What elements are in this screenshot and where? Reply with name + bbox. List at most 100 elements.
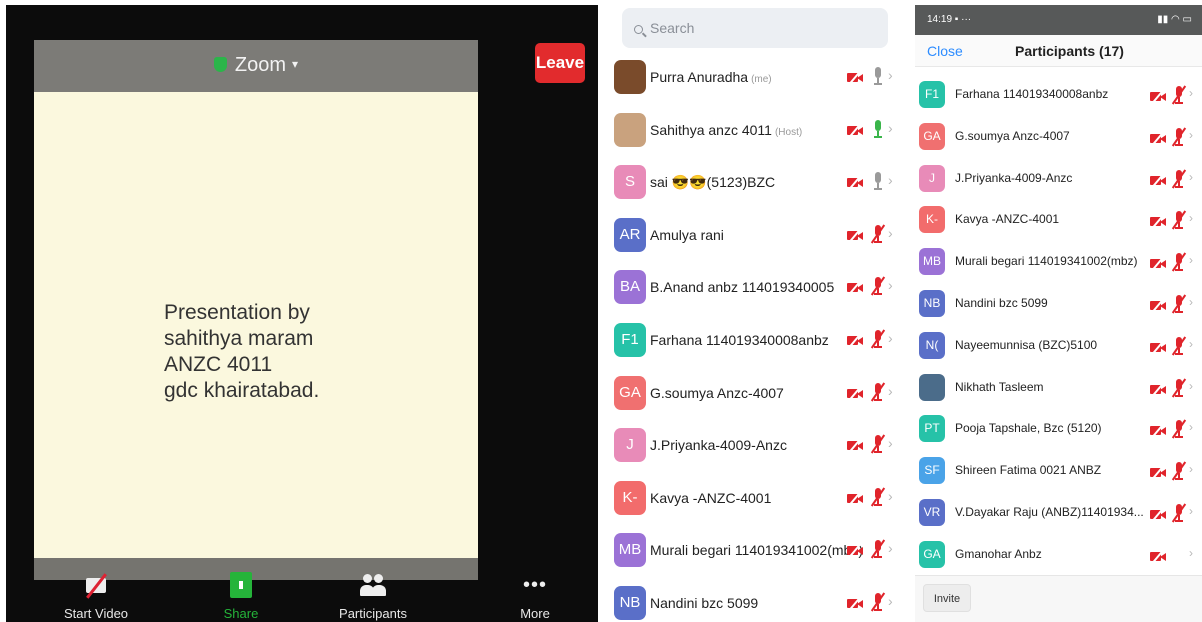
close-button[interactable]: Close [927, 43, 963, 59]
participant-row[interactable]: PT Pooja Tapshale, Bzc (5120) › [912, 407, 1202, 449]
share-button[interactable]: Share [186, 566, 296, 621]
video-off-icon[interactable] [1150, 298, 1166, 313]
mic-muted-icon[interactable] [1171, 503, 1187, 523]
mic-muted-icon[interactable] [870, 434, 886, 454]
mic-muted-icon[interactable] [1171, 252, 1187, 272]
meeting-title[interactable]: Zoom ▾ [34, 54, 478, 77]
participant-row[interactable]: SF Shireen Fatima 0021 ANBZ › [912, 449, 1202, 491]
participant-name-text: Pooja Tapshale, Bzc (5120) [955, 421, 1102, 436]
participant-name-text: Nikhath Tasleem [955, 379, 1044, 394]
participant-row[interactable]: VR V.Dayakar Raju (ANBZ)11401934... › [912, 491, 1202, 533]
participant-row[interactable]: NB Nandini bzc 5099 › [612, 577, 900, 622]
participant-row[interactable]: J J.Priyanka-4009-Anzc › [912, 157, 1202, 199]
mic-muted-icon[interactable] [1171, 85, 1187, 105]
avatar: VR [919, 498, 945, 526]
avatar: SF [919, 457, 945, 485]
mic-active-icon[interactable] [873, 119, 883, 138]
participant-name-text: G.soumya Anzc-4007 [955, 128, 1070, 143]
participant-name: Kavya -ANZC-4001 [955, 198, 1059, 240]
participant-row[interactable]: MB Murali begari 114019341002(mbz) › [912, 240, 1202, 282]
participant-row[interactable]: N(Nayeemunnisa (BZC)5100 › [912, 324, 1202, 366]
participant-row[interactable]: MB Murali begari 114019341002(mbz) › [612, 524, 900, 577]
mic-muted-icon[interactable] [870, 487, 886, 507]
video-off-icon[interactable] [847, 228, 863, 243]
video-off-icon[interactable] [847, 596, 863, 611]
mic-muted-icon[interactable] [1171, 377, 1187, 398]
avatar: F1 [919, 81, 945, 108]
video-off-icon[interactable] [1150, 172, 1166, 188]
video-off-icon[interactable] [1150, 131, 1166, 146]
video-off-icon[interactable] [847, 438, 863, 453]
participant-name: Nandini bzc 5099 [650, 577, 758, 622]
chevron-right-icon: › [888, 487, 893, 504]
meeting-screen: Zoom ▾ Leave Presentation by sahithya mar… [6, 5, 598, 622]
mic-icon[interactable] [873, 172, 883, 191]
video-off-icon[interactable] [847, 122, 863, 138]
mic-muted-icon[interactable] [1171, 419, 1187, 439]
video-off-icon[interactable] [847, 385, 863, 401]
video-off-icon[interactable] [1150, 340, 1166, 355]
video-off-icon[interactable] [847, 175, 863, 190]
participant-name-text: Nayeemunnisa (BZC)5100 [955, 337, 1098, 352]
invite-button[interactable]: Invite [923, 584, 971, 612]
participant-row[interactable]: K- Kavya -ANZC-4001 › [912, 198, 1202, 240]
start-video-button[interactable]: Start Video [41, 566, 151, 621]
video-off-icon[interactable] [847, 543, 863, 558]
participant-row[interactable]: BA B.Anand anbz 114019340005 › [612, 261, 900, 314]
mic-muted-icon[interactable] [870, 329, 886, 349]
participant-row[interactable]: AR Amulya rani › [612, 209, 900, 262]
participant-list: Purra Anuradha (me) › Sahithya anzc 4011 (Ho… [612, 51, 900, 622]
mic-muted-icon[interactable] [1171, 210, 1187, 230]
participant-row[interactable]: F1 Farhana 114019340008anbz › [612, 314, 900, 367]
participant-row[interactable]: J J.Priyanka-4009-Anzc › [612, 419, 900, 472]
chevron-right-icon: › [888, 67, 893, 83]
mic-muted-icon[interactable] [870, 381, 886, 402]
video-off-icon[interactable] [847, 280, 863, 296]
participant-row[interactable]: K- Kavya -ANZC-4001 › [612, 472, 900, 525]
video-off-icon[interactable] [1150, 549, 1166, 564]
mic-muted-icon[interactable] [1171, 169, 1187, 189]
participants-button[interactable]: Participants [318, 566, 428, 621]
mic-muted-icon[interactable] [870, 276, 886, 296]
participant-name: G.soumya Anzc-4007 [650, 367, 784, 419]
avatar [614, 60, 646, 94]
mic-muted-icon[interactable] [1171, 336, 1187, 356]
mic-muted-icon[interactable] [1171, 294, 1187, 314]
mic-muted-icon[interactable] [1171, 127, 1187, 147]
participant-row[interactable]: Nikhath Tasleem › [912, 366, 1202, 408]
video-off-icon[interactable] [847, 333, 863, 348]
participant-row[interactable]: GA Gmanohar Anbz › [912, 533, 1202, 575]
meeting-toolbar: Start Video Share Participants ••• More [6, 558, 598, 622]
chevron-right-icon: › [1189, 545, 1193, 560]
start-video-label: Start Video [63, 606, 129, 621]
video-off-icon[interactable] [1150, 507, 1166, 522]
participant-row[interactable]: F1 Farhana 114019340008anbz › [912, 73, 1202, 115]
avatar: J [614, 428, 646, 463]
participant-name-text: Murali begari 114019341002(mbz) [650, 542, 863, 559]
video-off-icon[interactable] [847, 491, 863, 506]
leave-button[interactable]: Leave [535, 43, 585, 83]
video-off-icon[interactable] [1150, 465, 1166, 480]
chevron-right-icon: › [1189, 503, 1193, 518]
participant-row[interactable]: NB Nandini bzc 5099 › [912, 282, 1202, 324]
more-button[interactable]: ••• More [480, 566, 590, 622]
participant-name-text: Nandini bzc 5099 [955, 295, 1048, 310]
mic-icon[interactable] [873, 67, 883, 85]
participant-row[interactable]: Ssai 😎😎(5123)BZC › [612, 156, 900, 209]
video-off-icon[interactable] [847, 70, 863, 85]
participant-row[interactable]: Purra Anuradha (me) › [612, 51, 900, 104]
mic-muted-icon[interactable] [870, 592, 886, 612]
mic-muted-icon[interactable] [1171, 461, 1187, 481]
video-off-icon[interactable] [1150, 214, 1166, 230]
participant-row[interactable]: GA G.soumya Anzc-4007 › [612, 367, 900, 420]
participants-footer: Invite [915, 575, 1202, 622]
video-off-icon[interactable] [1150, 256, 1166, 271]
participant-row[interactable]: GA G.soumya Anzc-4007 › [912, 115, 1202, 157]
mic-muted-icon[interactable] [870, 224, 886, 244]
video-off-icon[interactable] [1150, 381, 1166, 397]
video-off-icon[interactable] [1150, 89, 1166, 104]
mic-muted-icon[interactable] [870, 539, 886, 559]
video-off-icon[interactable] [1150, 423, 1166, 439]
search-input[interactable]: Search [622, 8, 888, 48]
participant-row[interactable]: Sahithya anzc 4011 (Host) › [612, 104, 900, 157]
